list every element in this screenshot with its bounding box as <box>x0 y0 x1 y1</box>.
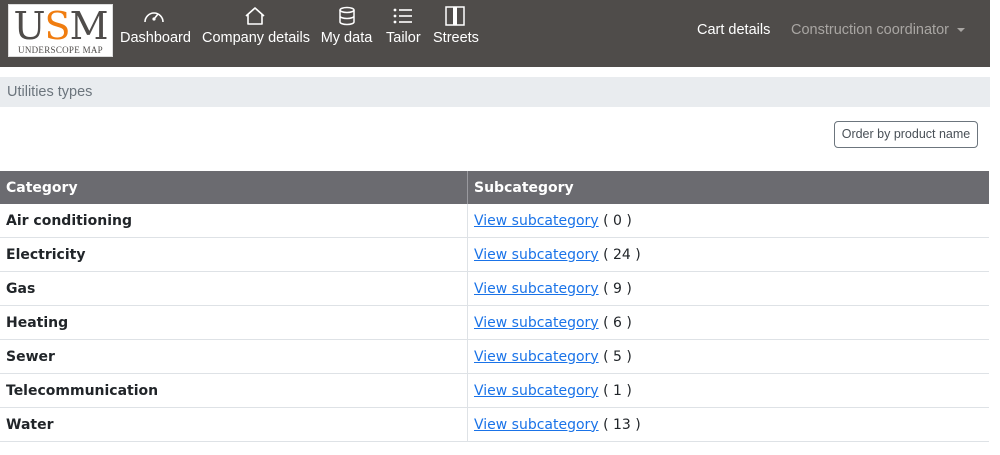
subcategory-count: ( 5 ) <box>603 348 632 365</box>
logo-letters: USM <box>13 4 109 48</box>
user-role-dropdown[interactable]: Construction coordinator <box>791 22 965 38</box>
section-title: Utilities types <box>7 84 93 100</box>
table-header-row: Category Subcategory <box>0 171 989 204</box>
category-cell: Water <box>0 407 468 442</box>
category-cell: Gas <box>0 271 468 306</box>
nav-my-data[interactable]: My data <box>320 6 373 58</box>
table-row: Air conditioning View subcategory ( 0 ) <box>0 204 989 238</box>
view-subcategory-link[interactable]: View subcategory <box>474 349 599 365</box>
subcategory-count: ( 13 ) <box>603 416 641 433</box>
table-row: Electricity View subcategory ( 24 ) <box>0 237 989 272</box>
nav-my-data-label: My data <box>320 30 373 46</box>
view-subcategory-link[interactable]: View subcategory <box>474 383 599 399</box>
column-header-subcategory: Subcategory <box>467 171 989 204</box>
nav-dashboard-label: Dashboard <box>120 30 191 46</box>
subcategory-cell: View subcategory ( 5 ) <box>467 339 989 374</box>
view-subcategory-link[interactable]: View subcategory <box>474 315 599 331</box>
user-role-label: Construction coordinator <box>791 22 949 38</box>
home-icon <box>244 7 265 25</box>
subcategory-cell: View subcategory ( 24 ) <box>467 237 989 272</box>
database-icon <box>338 6 355 26</box>
table-row: Water View subcategory ( 13 ) <box>0 407 989 442</box>
top-navbar: USM UNDERSCOPE MAP Dashboard Company det… <box>0 0 990 67</box>
subcategory-cell: View subcategory ( 1 ) <box>467 373 989 408</box>
category-cell: Telecommunication <box>0 373 468 408</box>
utilities-table: Category Subcategory Air conditioning Vi… <box>0 171 989 442</box>
nav-streets[interactable]: Streets <box>433 6 479 58</box>
cart-details-link[interactable]: Cart details <box>697 22 770 38</box>
view-subcategory-link[interactable]: View subcategory <box>474 417 599 433</box>
subcategory-cell: View subcategory ( 9 ) <box>467 271 989 306</box>
category-cell: Air conditioning <box>0 204 468 238</box>
table-row: Sewer View subcategory ( 5 ) <box>0 339 989 374</box>
subcategory-count: ( 6 ) <box>603 314 632 331</box>
column-header-category: Category <box>0 171 468 204</box>
nav-tailor-label: Tailor <box>386 30 421 46</box>
category-cell: Heating <box>0 305 468 340</box>
table-row: Telecommunication View subcategory ( 1 ) <box>0 373 989 408</box>
nav-company-details-label: Company details <box>202 30 310 46</box>
section-header: Utilities types <box>0 77 990 107</box>
subcategory-count: ( 9 ) <box>603 280 632 297</box>
subcategory-count: ( 24 ) <box>603 246 641 263</box>
view-subcategory-link[interactable]: View subcategory <box>474 213 599 229</box>
columns-icon <box>445 6 465 26</box>
chevron-down-icon <box>956 28 965 33</box>
subcategory-cell: View subcategory ( 0 ) <box>467 204 989 238</box>
logo-tagline: UNDERSCOPE MAP <box>18 45 103 55</box>
order-by-product-name-button[interactable]: Order by product name <box>834 121 978 148</box>
subcategory-count: ( 1 ) <box>603 382 632 399</box>
subcategory-cell: View subcategory ( 13 ) <box>467 407 989 442</box>
usm-logo[interactable]: USM UNDERSCOPE MAP <box>8 4 113 57</box>
category-cell: Sewer <box>0 339 468 374</box>
subcategory-cell: View subcategory ( 6 ) <box>467 305 989 340</box>
nav-tailor[interactable]: Tailor <box>386 6 421 58</box>
nav-company-details[interactable]: Company details <box>202 6 310 58</box>
view-subcategory-link[interactable]: View subcategory <box>474 281 599 297</box>
nav-dashboard[interactable]: Dashboard <box>120 6 191 58</box>
list-icon <box>393 8 412 24</box>
gauge-icon <box>144 12 164 23</box>
table-row: Heating View subcategory ( 6 ) <box>0 305 989 340</box>
nav-streets-label: Streets <box>433 30 479 46</box>
subcategory-count: ( 0 ) <box>603 212 632 229</box>
category-cell: Electricity <box>0 237 468 272</box>
view-subcategory-link[interactable]: View subcategory <box>474 247 599 263</box>
table-row: Gas View subcategory ( 9 ) <box>0 271 989 306</box>
